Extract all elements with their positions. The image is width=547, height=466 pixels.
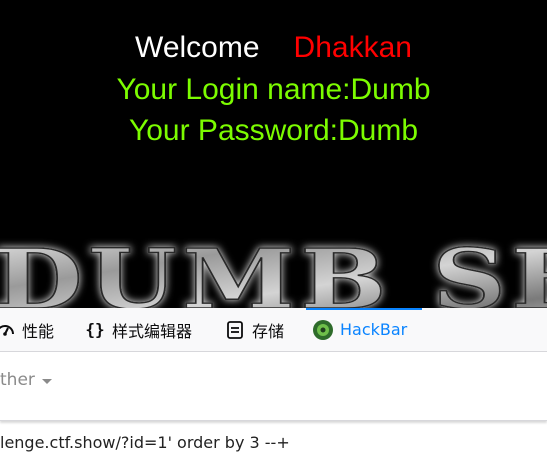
- storage-icon: [224, 319, 246, 341]
- password-line: Your Password:Dumb: [128, 114, 419, 147]
- hackbar-logo-icon: [312, 319, 334, 341]
- devtools-toolbar: 性能 {} 样式编辑器 存储 HackBar: [0, 308, 547, 352]
- performance-icon: [0, 319, 16, 341]
- other-dropdown-label: ther: [0, 370, 35, 390]
- other-dropdown[interactable]: ther: [0, 370, 52, 390]
- hackbar-menu-bar: ther: [0, 352, 547, 421]
- svg-text:{}: {}: [85, 320, 104, 339]
- braces-icon: {}: [84, 319, 106, 341]
- welcome-text: Welcome: [135, 31, 260, 64]
- banner-text: DUMB SE: [0, 232, 547, 308]
- url-input[interactable]: lenge.ctf.show/?id=1' order by 3 --+: [0, 426, 547, 460]
- chevron-down-icon: [41, 378, 52, 384]
- tab-style-editor[interactable]: {} 样式编辑器: [84, 308, 192, 351]
- tab-storage[interactable]: 存储: [224, 308, 284, 351]
- tab-style-editor-label: 样式编辑器: [112, 321, 193, 341]
- tab-hackbar-label: HackBar: [340, 320, 408, 339]
- welcome-line: Welcome Dhakkan: [0, 30, 547, 66]
- devtools-panel: 性能 {} 样式编辑器 存储 HackBar ther lenge.ctf.sh…: [0, 308, 547, 466]
- tab-performance-label: 性能: [22, 321, 55, 341]
- username-text: Dhakkan: [293, 31, 412, 64]
- tab-storage-label: 存储: [252, 321, 285, 341]
- tab-hackbar[interactable]: HackBar: [306, 308, 422, 351]
- web-page-viewport: Welcome Dhakkan Your Login name:Dumb Your…: [0, 0, 547, 308]
- dumb-banner-image: DUMB SE: [0, 232, 547, 308]
- login-name-line: Your Login name:Dumb: [116, 73, 431, 106]
- tab-performance[interactable]: 性能: [0, 308, 54, 351]
